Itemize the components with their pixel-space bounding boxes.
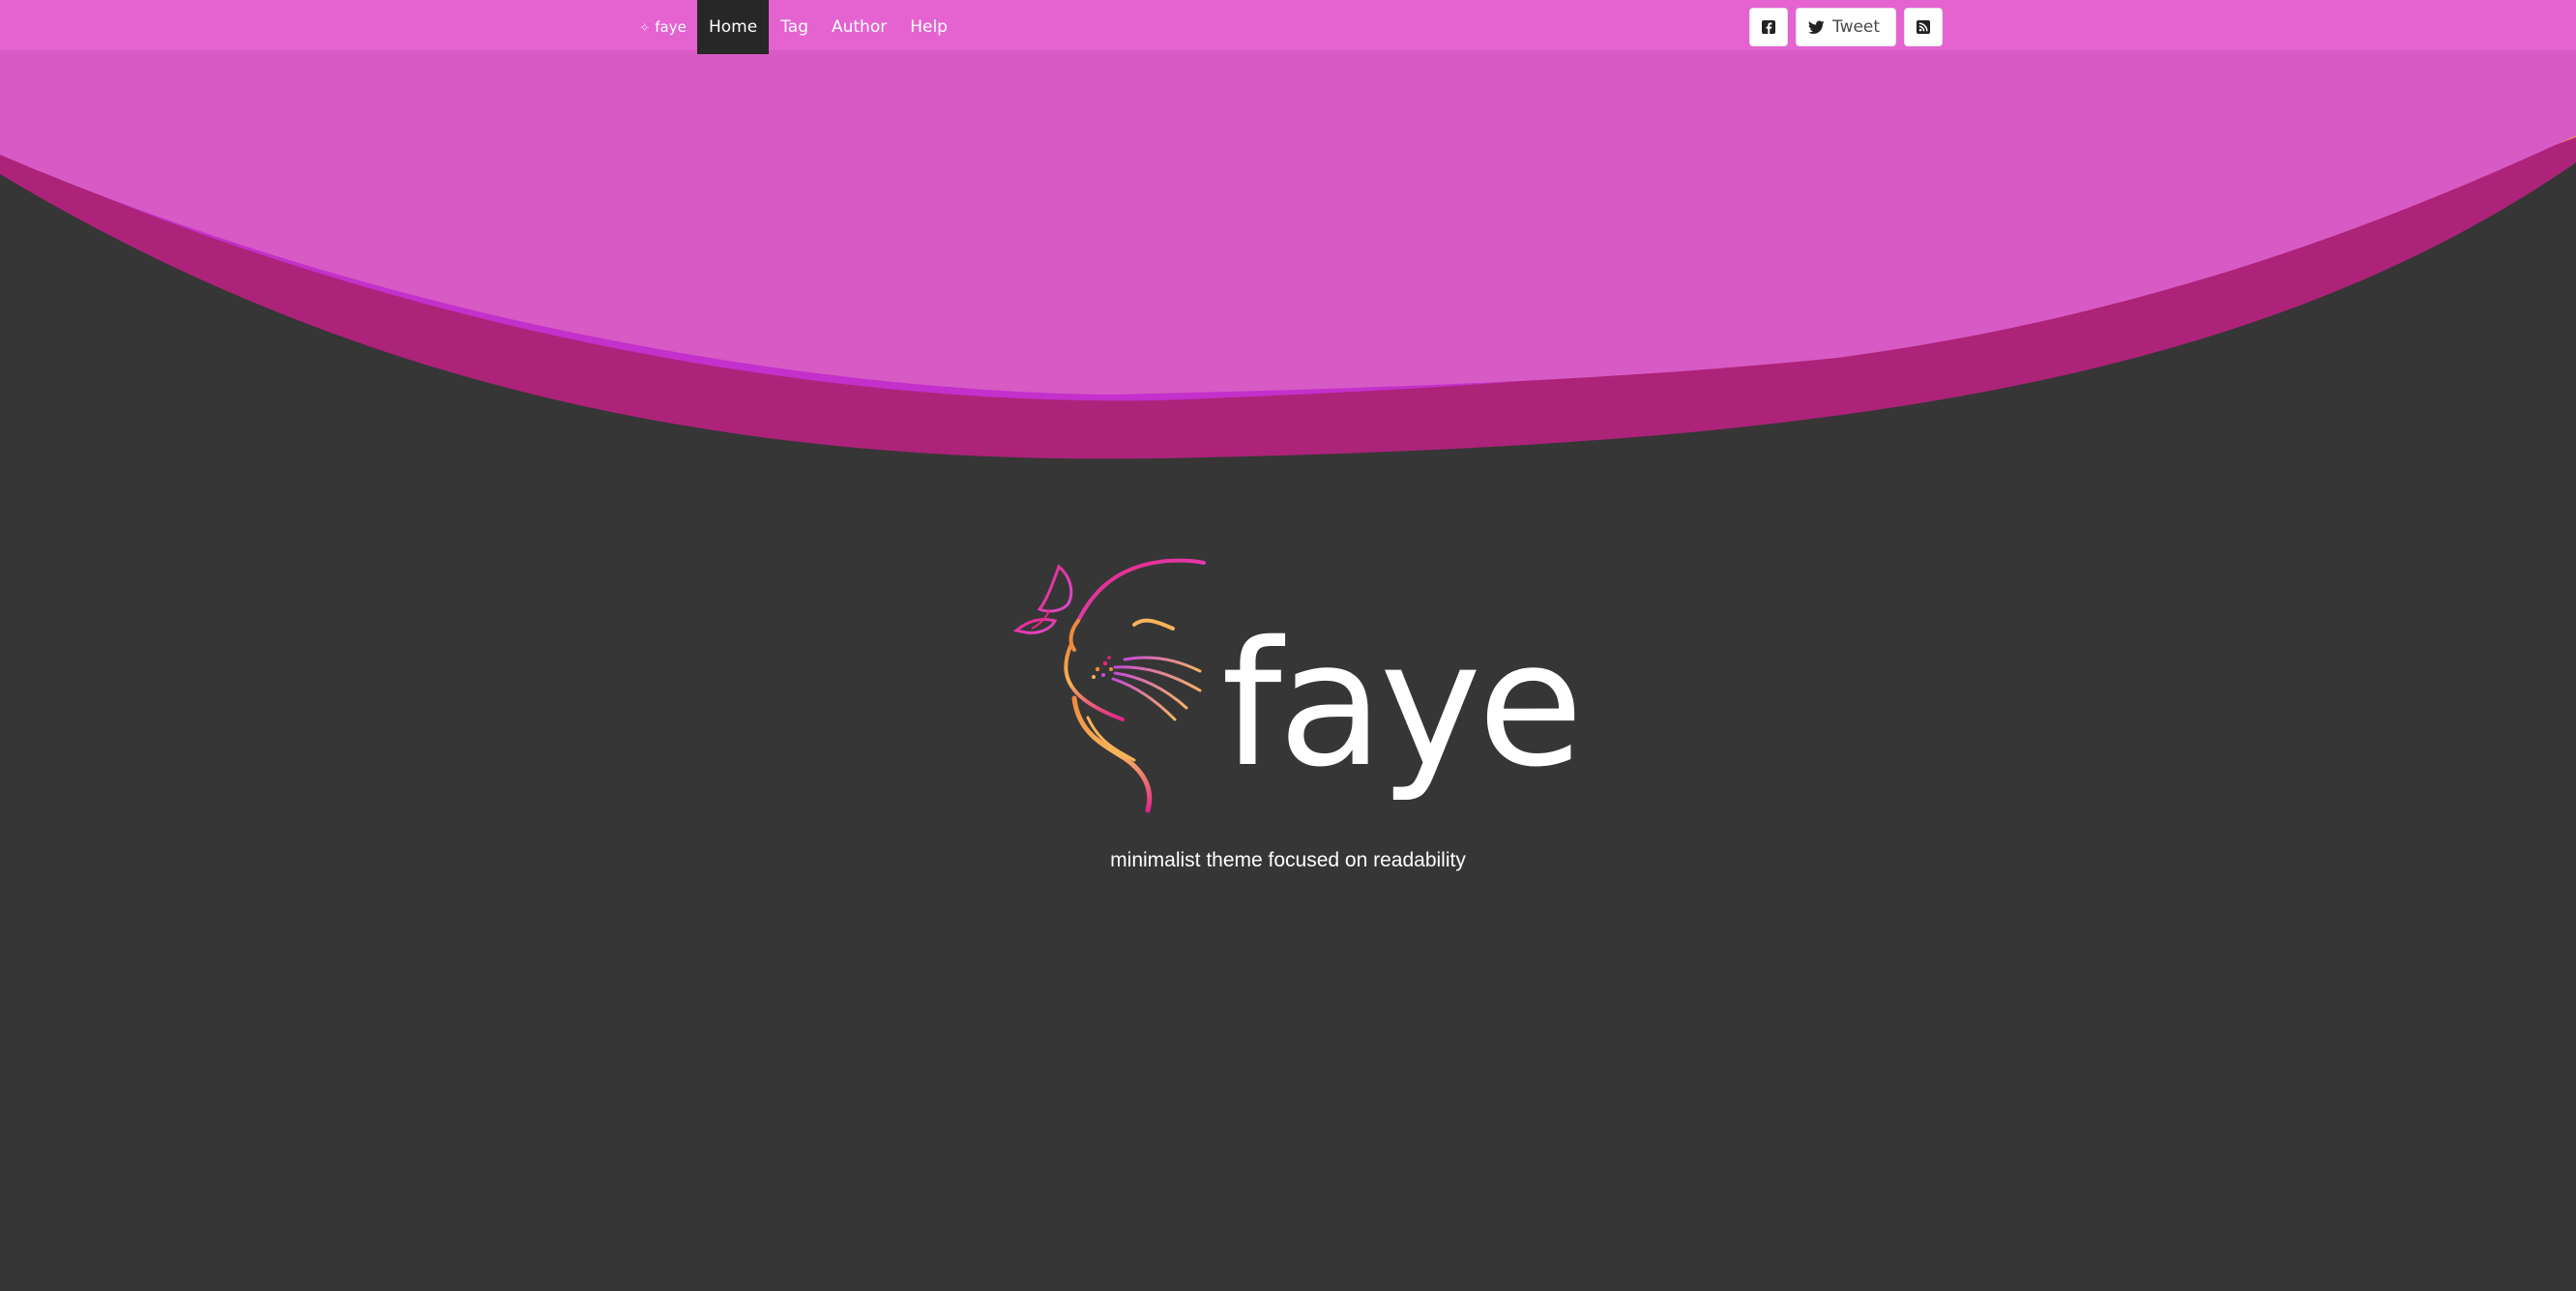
tweet-label: Tweet <box>1832 17 1881 37</box>
nav-item-tag[interactable]: Tag <box>769 0 820 54</box>
tweet-button[interactable]: Tweet <box>1796 8 1897 46</box>
brand-name: faye <box>655 18 687 36</box>
facebook-share-button[interactable] <box>1749 8 1788 46</box>
facebook-square-icon <box>1762 20 1775 34</box>
nav-item-home[interactable]: Home <box>697 0 770 54</box>
rss-button[interactable] <box>1904 8 1944 46</box>
logo-wordmark: faye <box>1221 604 1584 805</box>
nav-item-help[interactable]: Help <box>898 0 959 54</box>
nav-item-author[interactable]: Author <box>820 0 898 54</box>
rss-square-icon <box>1917 20 1931 34</box>
main-nav: Home Tag Author Help <box>697 0 959 54</box>
brand-link[interactable]: ⟡ faye <box>640 0 687 54</box>
cat-logo-icon: ⟡ <box>640 19 650 35</box>
hero-logo: faye <box>1010 553 1584 814</box>
share-buttons: Tweet <box>1749 8 1944 46</box>
twitter-icon <box>1808 19 1825 34</box>
hero-wave-background <box>0 0 2576 459</box>
cat-logo-icon <box>1012 558 1206 813</box>
navbar: ⟡ faye Home Tag Author Help Tweet <box>0 0 2576 54</box>
hero-tagline: minimalist theme focused on readability <box>1110 849 1466 871</box>
